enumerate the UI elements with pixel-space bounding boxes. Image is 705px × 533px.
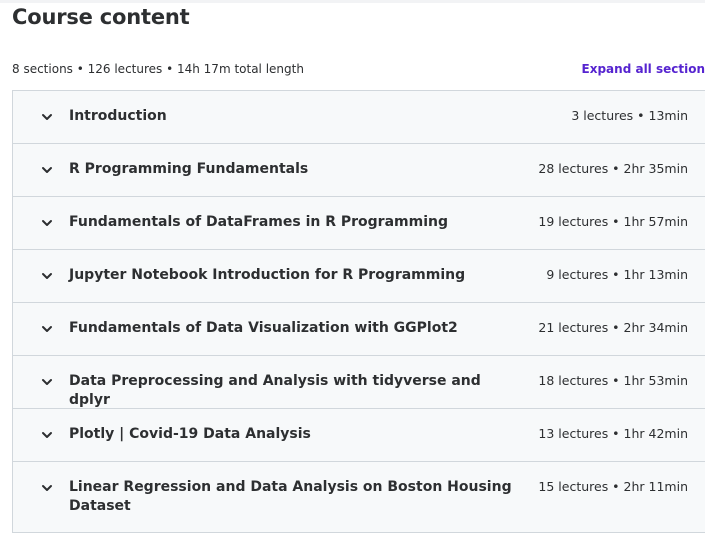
section-list: Introduction 3 lectures • 13min R Progra… [12,90,705,533]
chevron-down-icon [40,216,54,230]
section-meta: 3 lectures • 13min [571,108,688,123]
section-meta: 28 lectures • 2hr 35min [538,161,688,176]
chevron-down-icon [40,163,54,177]
chevron-down-icon [40,481,54,495]
section-row[interactable]: Introduction 3 lectures • 13min [13,91,705,144]
section-meta: 9 lectures • 1hr 13min [546,267,688,282]
chevron-down-icon [40,428,54,442]
chevron-down-icon [40,375,54,389]
section-row[interactable]: Fundamentals of DataFrames in R Programm… [13,197,705,250]
section-row[interactable]: Fundamentals of Data Visualization with … [13,303,705,356]
section-meta: 18 lectures • 1hr 53min [538,373,688,388]
section-title: Data Preprocessing and Analysis with tid… [69,373,481,408]
chevron-down-icon [40,322,54,336]
section-title: Fundamentals of DataFrames in R Programm… [69,214,448,230]
section-title: R Programming Fundamentals [69,161,309,177]
section-title: Introduction [69,108,167,124]
section-meta: 15 lectures • 2hr 11min [538,479,688,494]
chevron-down-icon [40,110,54,124]
section-title: Jupyter Notebook Introduction for R Prog… [69,267,466,283]
section-meta: 19 lectures • 1hr 57min [538,214,688,229]
section-meta: 13 lectures • 1hr 42min [538,426,688,441]
course-content-panel: Course content 8 sections • 126 lectures… [0,0,705,533]
section-title: Linear Regression and Data Analysis on B… [69,479,512,514]
section-row[interactable]: Linear Regression and Data Analysis on B… [13,462,705,533]
section-row[interactable]: Jupyter Notebook Introduction for R Prog… [13,250,705,303]
section-row[interactable]: R Programming Fundamentals 28 lectures •… [13,144,705,197]
top-divider [0,0,705,3]
course-summary: 8 sections • 126 lectures • 14h 17m tota… [12,62,304,76]
section-meta: 21 lectures • 2hr 34min [538,320,688,335]
page-title: Course content [12,5,190,29]
section-row[interactable]: Data Preprocessing and Analysis with tid… [13,356,705,409]
section-title: Fundamentals of Data Visualization with … [69,320,458,336]
section-title: Plotly | Covid-19 Data Analysis [69,426,311,442]
expand-all-button[interactable]: Expand all section [582,62,705,76]
section-row[interactable]: Plotly | Covid-19 Data Analysis 13 lectu… [13,409,705,462]
chevron-down-icon [40,269,54,283]
